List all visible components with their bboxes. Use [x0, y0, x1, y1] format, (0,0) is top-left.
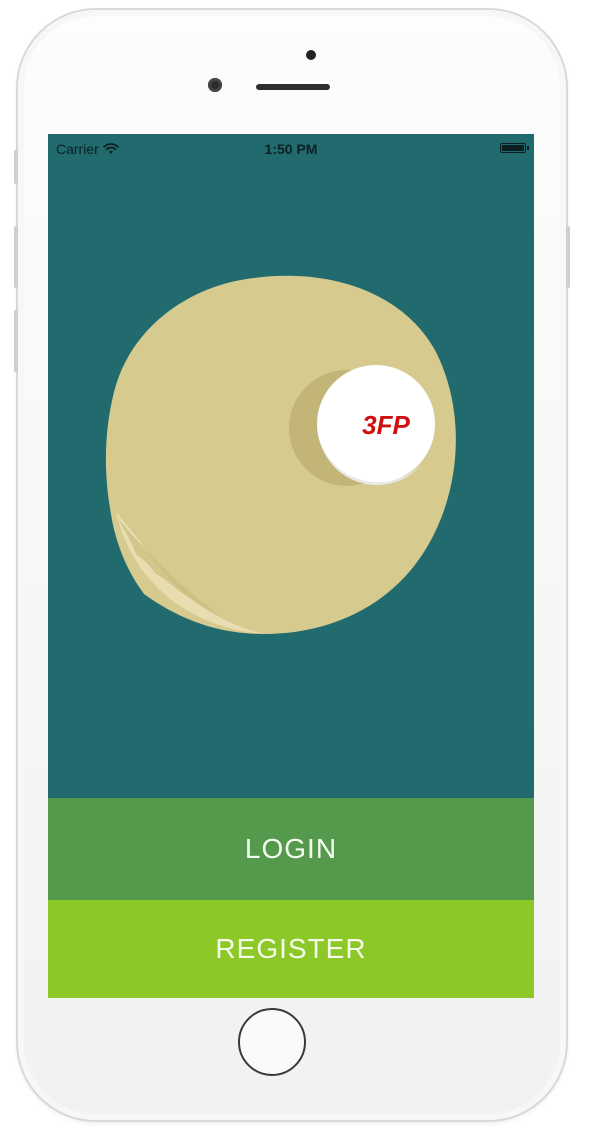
app-screen: Carrier 1:50 PM 3FP LOGIN REGISTER	[48, 134, 534, 998]
app-logo: 3FP	[105, 275, 456, 634]
proximity-sensor	[306, 50, 316, 60]
home-button[interactable]	[238, 1008, 306, 1076]
volume-down-button	[14, 310, 18, 372]
front-camera	[208, 78, 222, 92]
register-button[interactable]: REGISTER	[48, 900, 534, 998]
mute-switch	[14, 150, 18, 184]
battery-icon	[500, 143, 529, 153]
power-button	[566, 226, 570, 288]
logo-text: 3FP	[362, 410, 410, 440]
earpiece-speaker	[256, 84, 330, 90]
battery-level	[502, 145, 524, 151]
volume-up-button	[14, 226, 18, 288]
status-time: 1:50 PM	[264, 141, 318, 157]
login-button[interactable]: LOGIN	[48, 798, 534, 900]
status-bar: Carrier 1:50 PM	[48, 134, 534, 162]
